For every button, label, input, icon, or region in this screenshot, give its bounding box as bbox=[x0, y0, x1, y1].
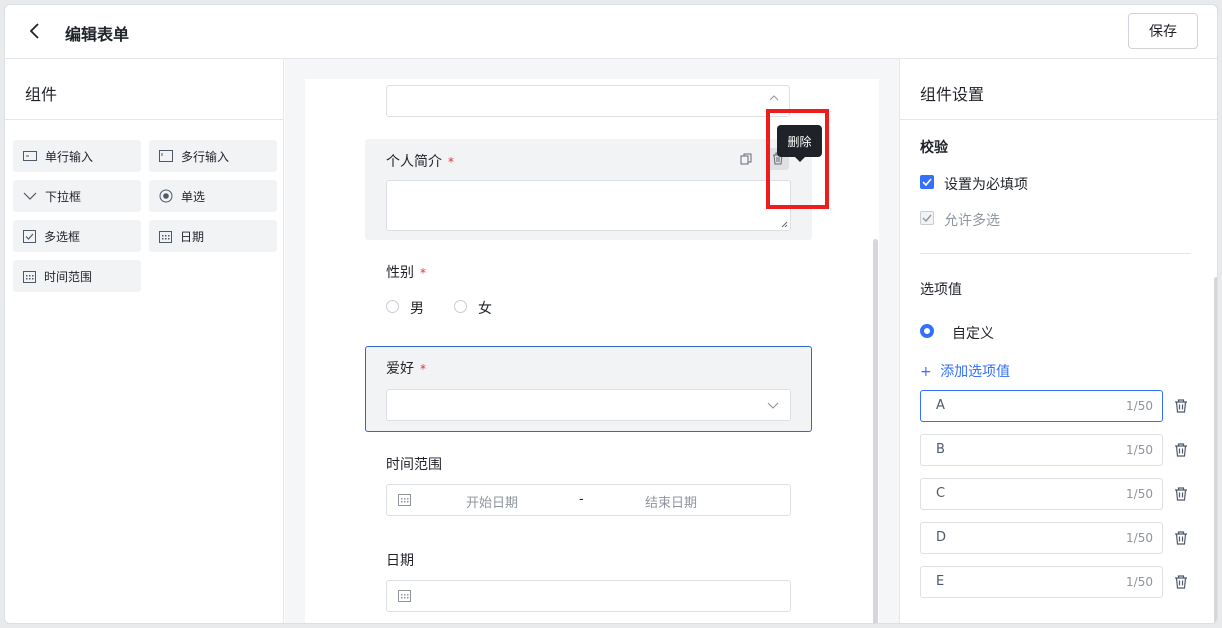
settings-scrollbar[interactable] bbox=[1214, 277, 1217, 623]
settings-panel: 组件设置 校验 设置为必填项 允许多选 选项值 自定义 + 添加选项值 A 1/… bbox=[899, 59, 1217, 623]
allow-multi-checkbox[interactable] bbox=[920, 211, 934, 225]
component-label: 日期 bbox=[180, 229, 205, 244]
component-radio[interactable]: 单选 bbox=[149, 180, 277, 212]
header: 编辑表单 保存 bbox=[5, 5, 1217, 59]
time-range-field-label: 时间范围 bbox=[386, 457, 442, 473]
canvas-scrollbar[interactable] bbox=[873, 239, 878, 623]
component-single-line[interactable]: 单行输入 bbox=[13, 140, 141, 172]
option-char-count: 1/50 bbox=[1126, 487, 1153, 501]
option-value: D bbox=[936, 530, 947, 545]
component-label: 时间范围 bbox=[44, 269, 93, 284]
option-value: B bbox=[936, 442, 945, 457]
previous-field-input[interactable] bbox=[386, 85, 790, 117]
trash-icon[interactable] bbox=[1173, 398, 1189, 414]
add-option-button[interactable]: + 添加选项值 bbox=[920, 361, 1010, 381]
back-arrow-icon[interactable] bbox=[25, 21, 45, 41]
plus-icon: + bbox=[920, 364, 932, 380]
divider bbox=[5, 119, 283, 120]
component-date[interactable]: 日期 bbox=[149, 220, 277, 252]
validation-section-title: 校验 bbox=[920, 140, 948, 156]
check-icon bbox=[922, 178, 932, 186]
form-canvas: 个人简介 * 删除 性别 * 男 女 爱好 * 时间范围 开始日期 - 结束日期… bbox=[285, 59, 899, 623]
gender-option-male-radio[interactable] bbox=[386, 300, 399, 313]
gender-option-male-label: 男 bbox=[410, 301, 424, 317]
calendar-icon bbox=[159, 230, 172, 243]
option-value: E bbox=[936, 574, 945, 589]
calendar-icon bbox=[398, 494, 411, 506]
component-checkbox[interactable]: 多选框 bbox=[13, 220, 141, 252]
option-input-b[interactable]: B 1/50 bbox=[920, 434, 1163, 466]
save-button[interactable]: 保存 bbox=[1128, 13, 1198, 49]
option-input-c[interactable]: C 1/50 bbox=[920, 478, 1163, 510]
option-char-count: 1/50 bbox=[1126, 399, 1153, 413]
chevron-down-icon bbox=[767, 402, 779, 409]
component-label: 多行输入 bbox=[181, 149, 230, 164]
highlight-box bbox=[766, 109, 829, 209]
option-input-e[interactable]: E 1/50 bbox=[920, 566, 1163, 598]
option-value: C bbox=[936, 486, 946, 501]
intro-textarea[interactable] bbox=[386, 180, 791, 231]
settings-panel-title: 组件设置 bbox=[920, 85, 985, 104]
option-input-d[interactable]: D 1/50 bbox=[920, 522, 1163, 554]
page-title: 编辑表单 bbox=[65, 25, 130, 44]
component-time-range[interactable]: 时间范围 bbox=[13, 260, 141, 292]
single-line-input-icon bbox=[23, 151, 37, 161]
option-char-count: 1/50 bbox=[1126, 531, 1153, 545]
component-label: 单行输入 bbox=[45, 149, 94, 164]
hobby-field-card[interactable]: 爱好 * bbox=[365, 346, 812, 432]
required-checkbox[interactable] bbox=[920, 175, 934, 189]
component-panel: 组件 单行输入 多行输入 下拉框 单选 多选框 日期 时间范围 bbox=[5, 59, 284, 623]
trash-icon[interactable] bbox=[1173, 574, 1189, 590]
trash-icon[interactable] bbox=[1173, 530, 1189, 546]
calendar-icon bbox=[398, 590, 411, 602]
app-window: 编辑表单 保存 组件 单行输入 多行输入 下拉框 单选 多选框 日期 时间范围 … bbox=[4, 4, 1218, 624]
options-section-title: 选项值 bbox=[920, 282, 962, 298]
time-range-picker[interactable]: 开始日期 - 结束日期 bbox=[386, 484, 791, 516]
trash-icon[interactable] bbox=[1173, 486, 1189, 502]
add-option-label: 添加选项值 bbox=[940, 364, 1011, 380]
check-icon bbox=[922, 214, 932, 222]
multi-line-input-icon bbox=[159, 150, 173, 162]
radio-icon bbox=[159, 189, 173, 203]
option-char-count: 1/50 bbox=[1126, 443, 1153, 457]
gender-option-female-label: 女 bbox=[478, 301, 492, 317]
form-paper: 个人简介 * 删除 性别 * 男 女 爱好 * 时间范围 开始日期 - 结束日期… bbox=[305, 79, 879, 623]
chevron-down-icon bbox=[23, 192, 37, 200]
required-checkbox-label: 设置为必填项 bbox=[944, 177, 1028, 193]
hobby-select[interactable] bbox=[386, 389, 791, 421]
divider bbox=[920, 253, 1191, 254]
custom-radio[interactable] bbox=[920, 324, 934, 338]
custom-radio-label: 自定义 bbox=[952, 326, 994, 342]
copy-icon[interactable] bbox=[740, 153, 752, 165]
trash-icon[interactable] bbox=[1173, 442, 1189, 458]
component-panel-title: 组件 bbox=[25, 85, 58, 104]
date-picker[interactable] bbox=[386, 580, 791, 612]
intro-field-label: 个人简介 * bbox=[386, 154, 454, 170]
divider bbox=[900, 119, 1217, 120]
checkbox-icon bbox=[23, 229, 36, 243]
allow-multi-checkbox-label: 允许多选 bbox=[944, 213, 1000, 229]
component-label: 多选框 bbox=[44, 229, 81, 244]
resize-handle-icon[interactable] bbox=[781, 221, 788, 228]
intro-field-card[interactable]: 个人简介 * bbox=[365, 139, 812, 240]
component-label: 单选 bbox=[181, 189, 206, 204]
gender-field-label: 性别 * bbox=[386, 265, 426, 281]
start-date-placeholder: 开始日期 bbox=[466, 496, 519, 511]
hobby-field-label: 爱好 * bbox=[386, 361, 426, 377]
component-multi-line[interactable]: 多行输入 bbox=[149, 140, 277, 172]
option-input-a[interactable]: A 1/50 bbox=[920, 390, 1163, 422]
end-date-placeholder: 结束日期 bbox=[645, 496, 698, 511]
gender-option-female-radio[interactable] bbox=[454, 300, 467, 313]
option-char-count: 1/50 bbox=[1126, 575, 1153, 589]
component-dropdown[interactable]: 下拉框 bbox=[13, 180, 141, 212]
component-label: 下拉框 bbox=[45, 189, 82, 204]
date-field-label: 日期 bbox=[386, 553, 414, 569]
calendar-icon bbox=[23, 270, 36, 283]
chevron-up-icon[interactable] bbox=[769, 94, 779, 102]
option-value: A bbox=[936, 398, 945, 413]
range-separator: - bbox=[579, 492, 584, 507]
